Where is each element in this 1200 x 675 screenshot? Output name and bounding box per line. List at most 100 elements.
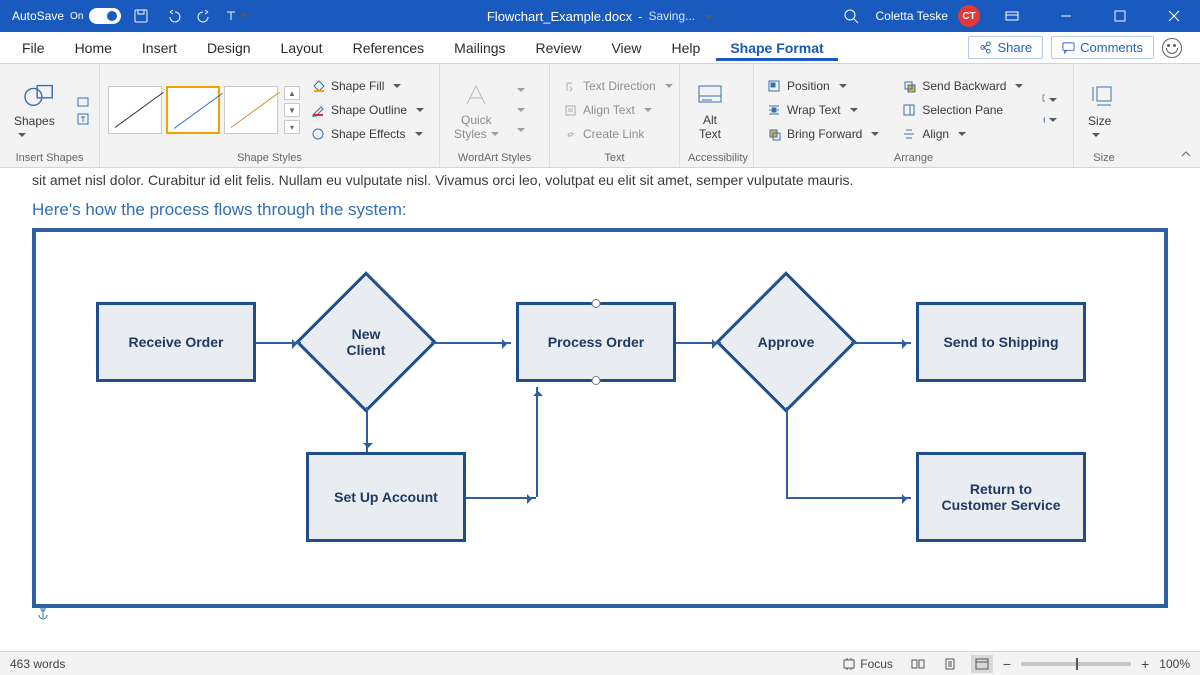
- saving-status: Saving...: [648, 9, 695, 23]
- text-effects-icon[interactable]: [509, 122, 525, 138]
- send-backward-icon: [901, 78, 917, 94]
- zoom-out-icon[interactable]: −: [1003, 656, 1011, 672]
- focus-mode-button[interactable]: Focus: [838, 655, 897, 673]
- group-shape-styles: ▲▼▾ Shape Fill Shape Outline Shape Effec…: [100, 64, 440, 167]
- shape-return-cs[interactable]: Return to Customer Service: [916, 452, 1086, 542]
- size-icon: [1088, 79, 1120, 111]
- send-backward-button[interactable]: Send Backward: [897, 76, 1027, 96]
- style-preset-3[interactable]: [224, 86, 278, 134]
- zoom-level[interactable]: 100%: [1159, 657, 1190, 671]
- close-icon[interactable]: [1152, 0, 1196, 32]
- group-arrange: Position Wrap Text Bring Forward Send Ba…: [754, 64, 1074, 167]
- lead-text: Here's how the process flows through the…: [18, 196, 1182, 228]
- pencil-icon: [310, 102, 326, 118]
- align-text-button[interactable]: Align Text: [558, 100, 677, 120]
- connector[interactable]: [676, 342, 721, 344]
- edit-shape-icon[interactable]: [75, 93, 91, 109]
- tab-mailings[interactable]: Mailings: [440, 34, 519, 61]
- shape-new-client[interactable]: New Client: [316, 292, 416, 392]
- shape-send-shipping[interactable]: Send to Shipping: [916, 302, 1086, 382]
- size-button[interactable]: Size: [1082, 77, 1126, 144]
- redo-icon[interactable]: [193, 4, 217, 28]
- connector[interactable]: [536, 387, 538, 497]
- shape-outline-button[interactable]: Shape Outline: [306, 100, 428, 120]
- bring-forward-button[interactable]: Bring Forward: [762, 124, 883, 144]
- text-outline-icon[interactable]: [509, 102, 525, 118]
- tab-references[interactable]: References: [339, 34, 439, 61]
- shapes-gallery-button[interactable]: Shapes: [8, 77, 71, 144]
- web-layout-icon[interactable]: [971, 655, 993, 673]
- tab-layout[interactable]: Layout: [267, 34, 337, 61]
- collapse-ribbon-icon[interactable]: [1180, 148, 1192, 163]
- tab-home[interactable]: Home: [61, 34, 126, 61]
- tab-help[interactable]: Help: [658, 34, 715, 61]
- autosave-toggle[interactable]: AutoSave On: [12, 8, 121, 24]
- style-preset-1[interactable]: [108, 86, 162, 134]
- style-gallery-scroll[interactable]: ▲▼▾: [284, 86, 300, 134]
- shape-process-order[interactable]: Process Order: [516, 302, 676, 382]
- shape-style-gallery[interactable]: [108, 86, 278, 134]
- text-fill-icon[interactable]: [509, 82, 525, 98]
- style-preset-2[interactable]: [166, 86, 220, 134]
- undo-icon[interactable]: [161, 4, 185, 28]
- align-icon: [901, 126, 917, 142]
- toggle-switch-icon[interactable]: [89, 8, 121, 24]
- connector[interactable]: [431, 342, 511, 344]
- connector[interactable]: [366, 407, 368, 452]
- user-avatar[interactable]: CT: [958, 5, 980, 27]
- shape-effects-button[interactable]: Shape Effects: [306, 124, 428, 144]
- zoom-in-icon[interactable]: +: [1141, 656, 1149, 672]
- save-icon[interactable]: [129, 4, 153, 28]
- share-button[interactable]: Share: [968, 36, 1043, 59]
- alt-text-icon: [694, 79, 726, 111]
- connector[interactable]: [466, 497, 536, 499]
- autosave-label: AutoSave: [12, 9, 64, 23]
- group-label: Arrange: [762, 152, 1065, 167]
- text-direction-button[interactable]: Text Direction: [558, 76, 677, 96]
- anchor-icon: [36, 606, 50, 622]
- title-dropdown-icon[interactable]: [701, 9, 713, 24]
- maximize-icon[interactable]: [1098, 0, 1142, 32]
- group-label: Text: [558, 152, 671, 167]
- print-layout-icon[interactable]: [939, 655, 961, 673]
- flowchart-drawing-canvas[interactable]: Receive Order New Client Process Order A…: [32, 228, 1168, 608]
- effects-icon: [310, 126, 326, 142]
- zoom-slider[interactable]: [1021, 662, 1131, 666]
- shape-fill-button[interactable]: Shape Fill: [306, 76, 428, 96]
- quick-styles-button[interactable]: Quick Styles: [448, 77, 505, 142]
- connector[interactable]: [786, 407, 788, 497]
- shape-approve[interactable]: Approve: [736, 292, 836, 392]
- connector[interactable]: [851, 342, 911, 344]
- comments-button[interactable]: Comments: [1051, 36, 1154, 59]
- align-button[interactable]: Align: [897, 124, 1027, 144]
- selection-pane-button[interactable]: Selection Pane: [897, 100, 1027, 120]
- group-accessibility: Alt Text Accessibility: [680, 64, 754, 167]
- tab-insert[interactable]: Insert: [128, 34, 191, 61]
- search-icon[interactable]: [836, 1, 866, 31]
- alt-text-button[interactable]: Alt Text: [688, 77, 732, 142]
- create-link-button[interactable]: Create Link: [558, 124, 677, 144]
- minimize-icon[interactable]: [1044, 0, 1088, 32]
- shape-receive-order[interactable]: Receive Order: [96, 302, 256, 382]
- read-mode-icon[interactable]: [907, 655, 929, 673]
- text-box-icon[interactable]: [75, 111, 91, 127]
- feedback-icon[interactable]: [1162, 38, 1182, 58]
- tab-view[interactable]: View: [597, 34, 655, 61]
- rotate-icon[interactable]: [1041, 112, 1057, 128]
- connector[interactable]: [256, 342, 301, 344]
- position-button[interactable]: Position: [762, 76, 883, 96]
- qat-customize-icon[interactable]: [225, 4, 249, 28]
- tab-review[interactable]: Review: [522, 34, 596, 61]
- tab-shape-format[interactable]: Shape Format: [716, 34, 837, 61]
- ribbon-tabs: File Home Insert Design Layout Reference…: [0, 32, 1200, 64]
- ribbon-display-icon[interactable]: [990, 0, 1034, 32]
- group-objects-icon[interactable]: [1041, 92, 1057, 108]
- wrap-text-button[interactable]: Wrap Text: [762, 100, 883, 120]
- bring-forward-icon: [766, 126, 782, 142]
- tab-design[interactable]: Design: [193, 34, 265, 61]
- document-area[interactable]: sit amet nisl dolor. Curabitur id elit f…: [0, 168, 1200, 651]
- word-count[interactable]: 463 words: [10, 657, 65, 671]
- shape-setup-account[interactable]: Set Up Account: [306, 452, 466, 542]
- tab-file[interactable]: File: [8, 34, 59, 61]
- connector[interactable]: [786, 497, 911, 499]
